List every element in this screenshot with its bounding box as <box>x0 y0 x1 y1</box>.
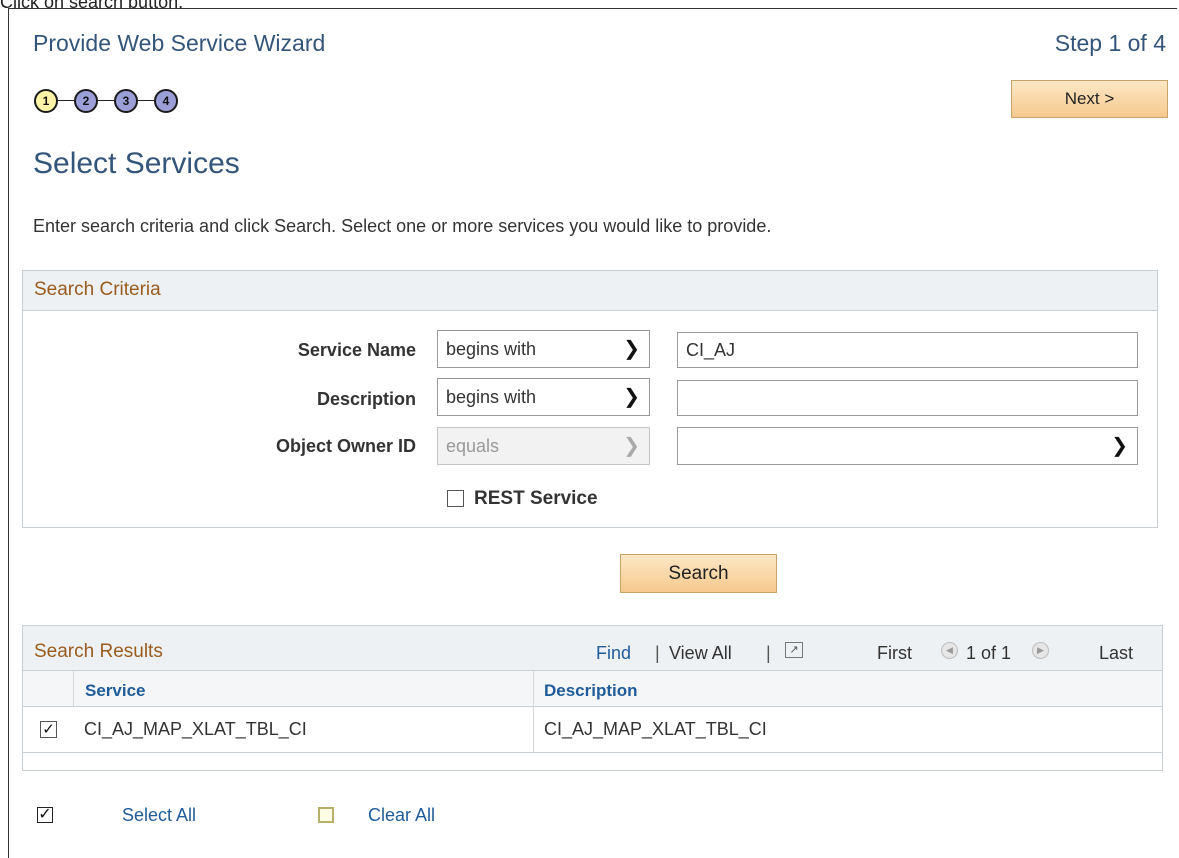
description-label: Description <box>316 389 416 409</box>
step-1-circle: 1 <box>34 89 58 113</box>
chevron-down-icon: ❯ <box>623 338 640 360</box>
separator: | <box>766 643 771 663</box>
step-connector <box>98 100 114 101</box>
column-header-description[interactable]: Description <box>544 681 638 701</box>
rest-service-label: REST Service <box>474 488 598 509</box>
view-all-link[interactable]: View All <box>669 643 732 664</box>
next-button[interactable]: Next > <box>1011 80 1168 118</box>
select-all-check-icon[interactable]: ✓ <box>37 807 53 823</box>
chevron-down-icon: ❯ <box>623 386 640 408</box>
column-divider <box>73 671 74 706</box>
next-arrow-icon[interactable]: ▶ <box>1032 642 1049 659</box>
search-results-header: Search Results Find | View All | ↗ First… <box>23 626 1162 671</box>
service-name-operator-select[interactable]: begins with ❯ <box>437 330 650 368</box>
previous-arrow-icon[interactable]: ◀ <box>941 642 958 659</box>
service-name-input[interactable]: CI_AJ <box>677 332 1138 368</box>
page-title: Select Services <box>33 147 240 180</box>
search-button[interactable]: Search <box>620 554 777 593</box>
last-label: Last <box>1099 643 1134 663</box>
search-results-grid: Search Results Find | View All | ↗ First… <box>22 625 1163 771</box>
page-range: 1 of 1 <box>966 643 1012 663</box>
clear-all-link[interactable]: Clear All <box>368 805 435 826</box>
object-owner-id-label: Object Owner ID <box>275 436 416 456</box>
row-description-cell: CI_AJ_MAP_XLAT_TBL_CI <box>544 719 767 739</box>
select-all-link[interactable]: Select All <box>122 805 196 826</box>
help-text: Enter search criteria and click Search. … <box>33 216 772 236</box>
step-4-circle: 4 <box>154 89 178 113</box>
row-select-checkbox[interactable]: ✓ <box>40 721 57 738</box>
chevron-down-icon: ❯ <box>623 435 640 457</box>
step-connector <box>138 100 154 101</box>
description-operator-select[interactable]: begins with ❯ <box>437 378 650 416</box>
step-2-circle: 2 <box>74 89 98 113</box>
step-connector <box>58 100 74 101</box>
object-owner-operator-value: equals <box>446 436 500 456</box>
service-name-operator-value: begins with <box>446 339 537 359</box>
description-operator-value: begins with <box>446 387 537 407</box>
chevron-down-icon: ❯ <box>1111 435 1128 457</box>
grid-column-header: Service Description <box>23 671 1162 707</box>
search-results-title: Search Results <box>34 641 163 662</box>
find-link[interactable]: Find <box>596 643 631 664</box>
column-divider <box>533 707 534 752</box>
new-window-icon[interactable]: ↗ <box>785 642 803 658</box>
table-row: ✓ CI_AJ_MAP_XLAT_TBL_CI CI_AJ_MAP_XLAT_T… <box>23 707 1162 753</box>
wizard-title: Provide Web Service Wizard <box>33 30 326 56</box>
separator: | <box>655 643 660 663</box>
description-input[interactable] <box>677 380 1138 416</box>
object-owner-operator-select: equals ❯ <box>437 427 650 465</box>
column-header-service[interactable]: Service <box>85 681 146 701</box>
rest-service-checkbox[interactable] <box>447 490 464 507</box>
object-owner-id-select[interactable]: ❯ <box>677 427 1138 465</box>
step-3-circle: 3 <box>114 89 138 113</box>
first-label: First <box>877 643 912 663</box>
row-service-cell: CI_AJ_MAP_XLAT_TBL_CI <box>84 719 307 739</box>
step-indicator-label: Step 1 of 4 <box>1054 30 1166 56</box>
search-criteria-header: Search Criteria <box>23 271 1157 311</box>
service-name-label: Service Name <box>297 340 416 360</box>
column-divider <box>533 671 534 706</box>
clear-all-box-icon[interactable] <box>318 807 334 823</box>
